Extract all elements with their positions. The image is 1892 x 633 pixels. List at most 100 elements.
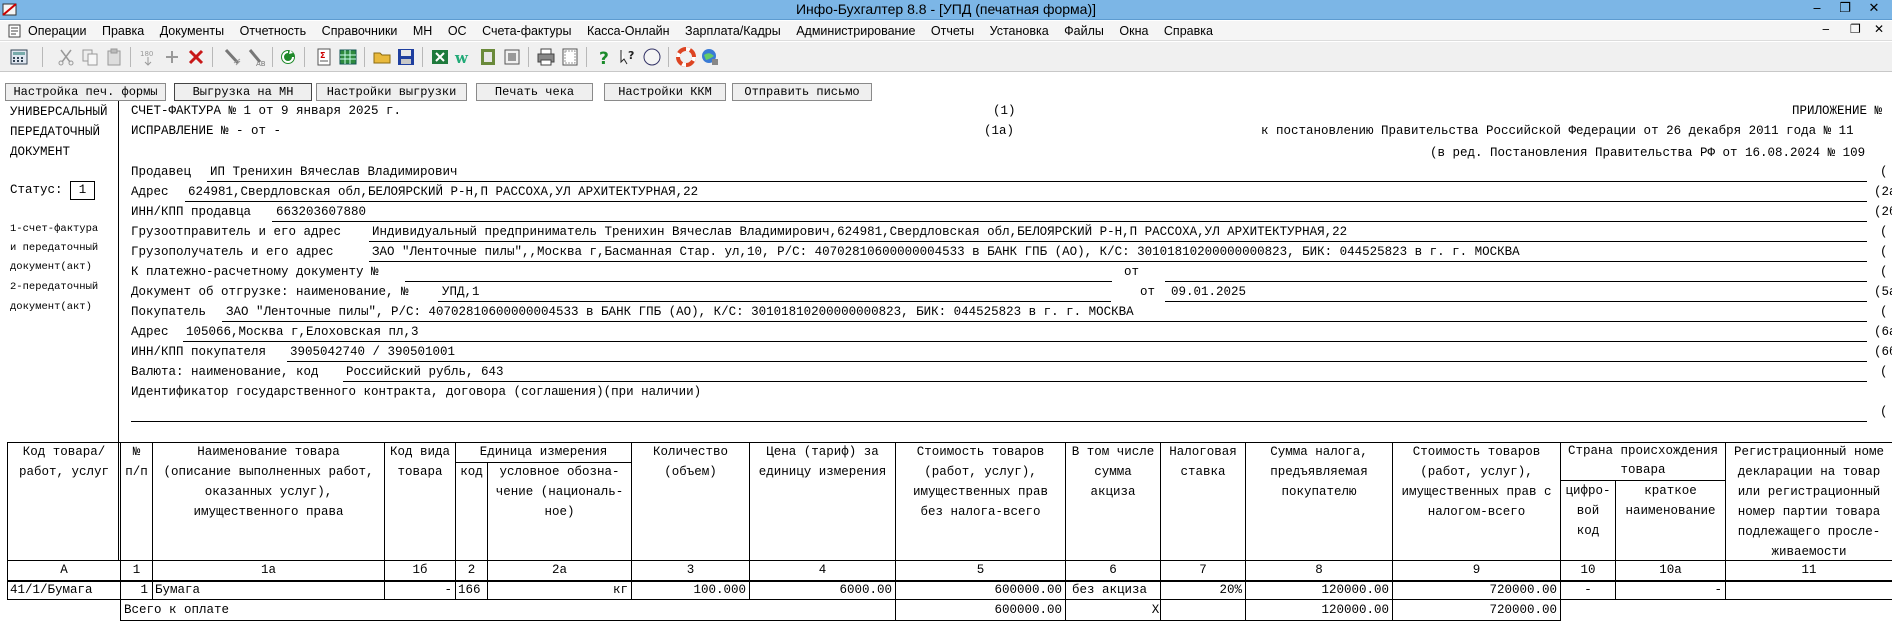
menu-bar: Операции Правка Документы Отчетность Спр… [0, 21, 1892, 41]
header-country-name: краткое наименование [1625, 484, 1716, 518]
title-bar: Инфо-Бухгалтер 8.8 - [УПД (печатная форм… [0, 0, 1892, 20]
menu-files[interactable]: Файлы [1064, 24, 1104, 38]
buyer-value: ЗАО "Ленточные пилы", Р/С: 4070281060000… [226, 305, 1134, 319]
column-number: 2 [467, 563, 476, 577]
mark-icon[interactable]: AB [246, 47, 266, 67]
globe-icon[interactable] [700, 47, 720, 67]
minimize-button[interactable]: ‒ [1805, 1, 1829, 18]
print-receipt-button[interactable]: Печать чека [476, 83, 593, 101]
export-settings-button[interactable]: Настройки выгрузки [316, 83, 467, 101]
menu-salary[interactable]: Зарплата/Кадры [685, 24, 781, 38]
header-country: Страна происхождения товара [1567, 444, 1719, 477]
lifebuoy-icon[interactable] [676, 47, 696, 67]
line-marker: (1а) [984, 124, 1015, 138]
status-note: 2-передаточный [10, 281, 99, 293]
menu-references[interactable]: Справочники [322, 24, 398, 38]
kkm-settings-button[interactable]: Настройки ККМ [604, 83, 726, 101]
page-setup-icon[interactable] [560, 47, 580, 67]
menu-mn[interactable]: МН [413, 24, 432, 38]
delete-icon[interactable] [186, 47, 206, 67]
row-country-code: - [1584, 583, 1592, 597]
column-number: 7 [1199, 563, 1207, 577]
line-marker: ( [1880, 245, 1888, 259]
menu-os[interactable]: ОС [448, 24, 467, 38]
line-marker: (6а [1874, 325, 1892, 339]
word-icon[interactable]: w [454, 47, 474, 67]
svg-text:?: ? [628, 49, 634, 62]
calculator-icon[interactable] [9, 47, 29, 67]
header-unit-code: код [460, 465, 483, 479]
export-mn-button[interactable]: Выгрузка на МН [174, 83, 312, 101]
row-country-name: - [1714, 583, 1722, 597]
column-number: 4 [818, 563, 827, 577]
mdi-close-button[interactable]: ✕ [1874, 22, 1884, 36]
decree-revision: (в ред. Постановления Правительства РФ о… [1430, 146, 1866, 160]
seller-inn-label: ИНН/КПП продавца [131, 205, 252, 219]
row-product-name: Бумага [155, 583, 201, 597]
print-form-setup-button[interactable]: Настройка печ. формы [5, 83, 166, 101]
total-amount: 720000.00 [1489, 603, 1557, 617]
row-tax-amount: 120000.00 [1321, 583, 1389, 597]
cut-icon[interactable] [56, 47, 76, 67]
header-product-name: Наименование товара (описание выполненных… [163, 445, 374, 519]
row-product-code: 41/1/Бумага [10, 583, 93, 597]
report-icon[interactable]: Σ [314, 47, 334, 67]
column-number: 6 [1109, 563, 1117, 577]
menu-reports[interactable]: Отчеты [931, 24, 974, 38]
line-marker: (6б [1874, 345, 1892, 359]
status-field[interactable]: 1 [70, 181, 95, 200]
status-note: документ(акт) [10, 301, 92, 313]
payment-doc-from-label: от [1124, 265, 1140, 279]
column-number: 10а [1659, 563, 1682, 577]
row-cost: 600000.00 [994, 583, 1062, 597]
copy-icon[interactable] [80, 47, 100, 67]
menu-documents[interactable]: Документы [160, 24, 224, 38]
compass-icon[interactable] [642, 47, 662, 67]
currency-value: Российский рубль, 643 [346, 365, 504, 379]
export-icon[interactable] [502, 47, 522, 67]
context-help-icon[interactable]: ? [618, 47, 638, 67]
shipment-from-label: от [1140, 285, 1156, 299]
help-icon[interactable]: ? [594, 47, 614, 67]
appendix-label: ПРИЛОЖЕНИЕ № [1792, 104, 1883, 118]
open-folder-icon[interactable] [372, 47, 392, 67]
menu-windows[interactable]: Окна [1119, 24, 1148, 38]
header-product-code: Код товара/работ, услуг [18, 445, 109, 479]
menu-invoices[interactable]: Счета-фактуры [482, 24, 571, 38]
menu-settings[interactable]: Установка [990, 24, 1049, 38]
row-unit-name: кг [612, 583, 628, 597]
sort-icon[interactable]: 180 [138, 47, 158, 67]
line-marker: ( [1880, 305, 1888, 319]
seller-inn-value: 663203607880 [276, 205, 367, 219]
line-marker: ( [1880, 365, 1888, 379]
seller-value: ИП Тренихин Вячеслав Владимирович [210, 165, 458, 179]
payment-doc-label: К платежно-расчетному документу № [131, 265, 379, 279]
menu-operations[interactable]: Операции [28, 24, 86, 38]
menu-reporting[interactable]: Отчетность [240, 24, 307, 38]
menu-administration[interactable]: Администрирование [796, 24, 915, 38]
send-letter-button[interactable]: Отправить письмо [732, 83, 872, 101]
menu-help[interactable]: Справка [1164, 24, 1213, 38]
header-cost-without-tax: Стоимость товаров (работ, услуг), имуществ… [912, 445, 1049, 519]
refresh-icon[interactable] [278, 47, 298, 67]
add-icon[interactable] [162, 47, 182, 67]
print-icon[interactable] [536, 47, 556, 67]
save-icon[interactable] [396, 47, 416, 67]
menu-cash-online[interactable]: Касса-Онлайн [587, 24, 670, 38]
close-button[interactable]: ✕ [1862, 1, 1886, 18]
edit-icon[interactable] [222, 47, 242, 67]
excel-icon[interactable] [430, 47, 450, 67]
table-icon[interactable] [338, 47, 358, 67]
restore-button[interactable]: ❐ [1833, 1, 1857, 18]
line-marker: ( [1880, 165, 1888, 179]
currency-label: Валюта: наименование, код [131, 365, 319, 379]
print-preview-icon[interactable] [478, 47, 498, 67]
mdi-minimize-button[interactable]: ‒ [1822, 22, 1830, 36]
status-note: и передаточный [10, 242, 99, 254]
menu-edit[interactable]: Правка [102, 24, 144, 38]
paste-icon[interactable] [104, 47, 124, 67]
line-marker: ( [1880, 405, 1888, 419]
window-title: Инфо-Бухгалтер 8.8 - [УПД (печатная форм… [795, 1, 1097, 17]
mdi-restore-button[interactable]: ❐ [1850, 22, 1861, 36]
correction-line: ИСПРАВЛЕНИЕ № - от - [131, 124, 282, 138]
